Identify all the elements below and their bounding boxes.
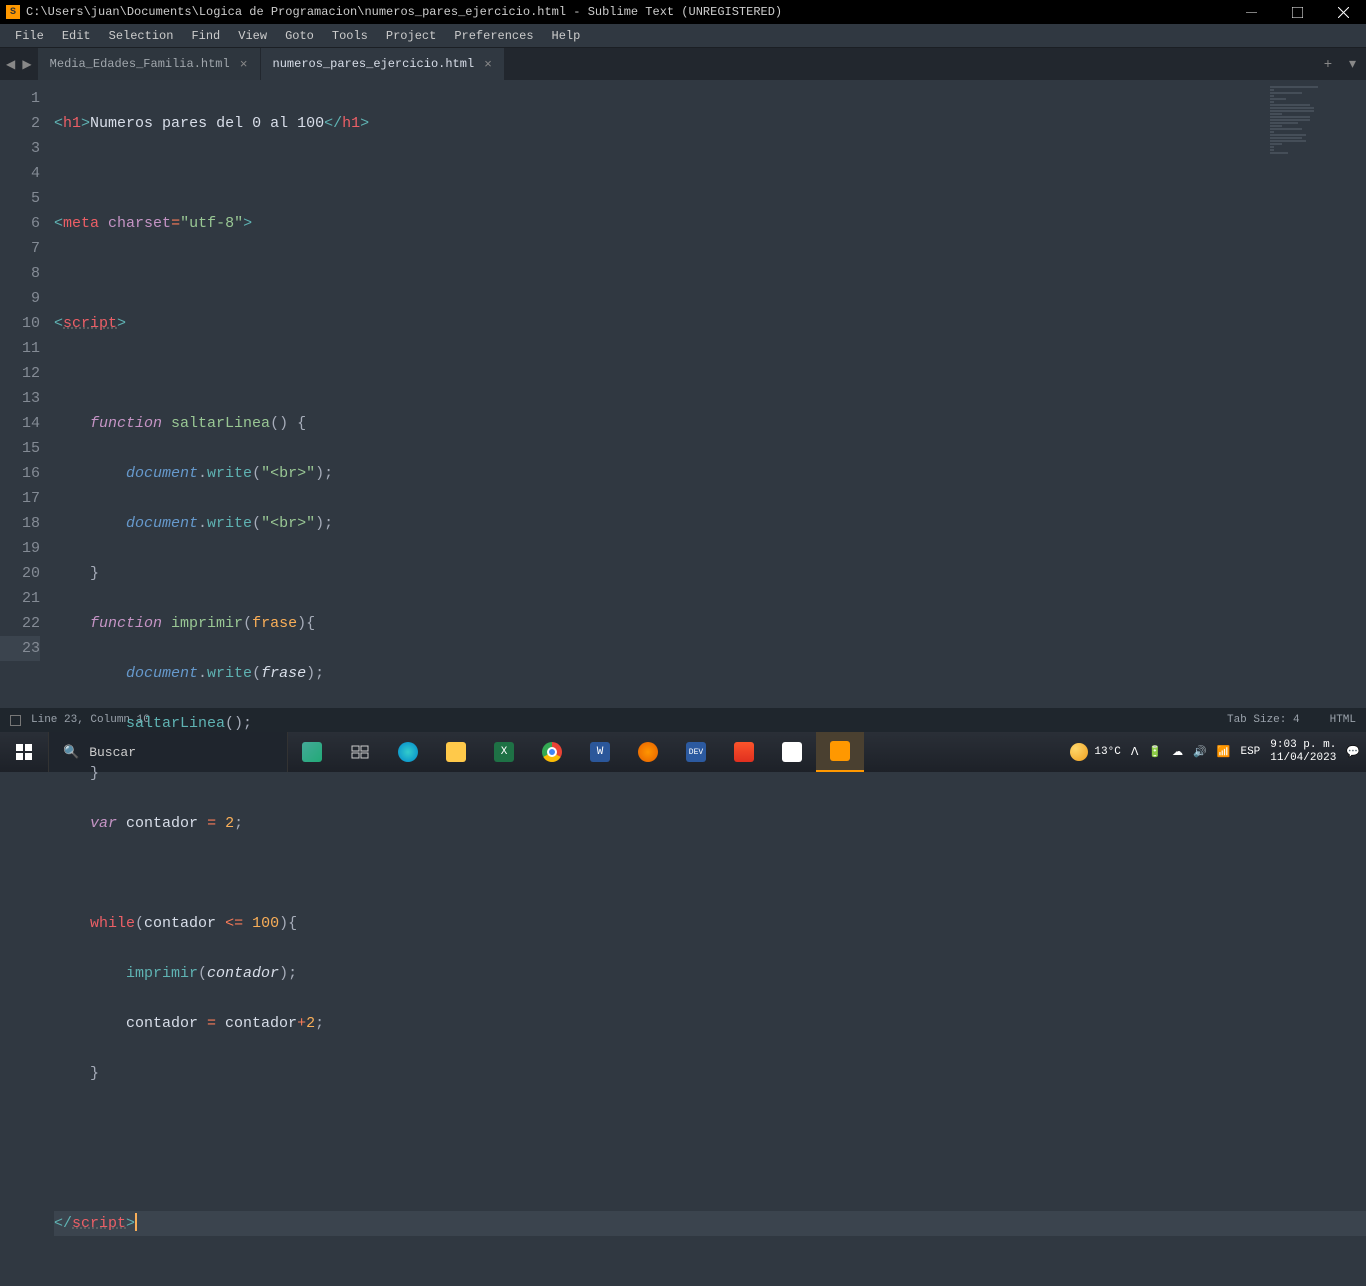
- menu-preferences[interactable]: Preferences: [445, 29, 542, 43]
- menu-project[interactable]: Project: [377, 29, 445, 43]
- menu-goto[interactable]: Goto: [276, 29, 323, 43]
- minimize-button[interactable]: [1228, 0, 1274, 24]
- tab-numeros-pares[interactable]: numeros_pares_ejercicio.html ×: [261, 48, 505, 80]
- window-title: C:\Users\juan\Documents\Logica de Progra…: [26, 5, 782, 19]
- tab-media-edades[interactable]: Media_Edades_Familia.html ×: [38, 48, 261, 80]
- menu-edit[interactable]: Edit: [53, 29, 100, 43]
- menu-find[interactable]: Find: [182, 29, 229, 43]
- menu-help[interactable]: Help: [543, 29, 590, 43]
- text-cursor: [135, 1213, 137, 1231]
- maximize-button[interactable]: [1274, 0, 1320, 24]
- status-box-icon[interactable]: [10, 715, 21, 726]
- menu-selection[interactable]: Selection: [100, 29, 183, 43]
- menu-tools[interactable]: Tools: [323, 29, 377, 43]
- sublime-icon: S: [6, 5, 20, 19]
- window-titlebar: S C:\Users\juan\Documents\Logica de Prog…: [0, 0, 1366, 24]
- start-button[interactable]: [0, 732, 48, 772]
- editor[interactable]: 1234567891011121314151617181920212223 <h…: [0, 80, 1366, 708]
- minimap[interactable]: [1270, 86, 1350, 686]
- tab-filler: [505, 48, 1314, 80]
- tab-close-icon[interactable]: ×: [484, 57, 492, 72]
- tab-label: numeros_pares_ejercicio.html: [273, 57, 475, 71]
- menu-view[interactable]: View: [229, 29, 276, 43]
- line-gutter: 1234567891011121314151617181920212223: [0, 80, 54, 708]
- code-area[interactable]: <h1>Numeros pares del 0 al 100</h1> <met…: [54, 80, 1366, 708]
- tab-close-icon[interactable]: ×: [240, 57, 248, 72]
- close-button[interactable]: [1320, 0, 1366, 24]
- tab-nav-arrows[interactable]: ◀ ▶: [0, 48, 38, 80]
- window-controls: [1228, 0, 1366, 24]
- tab-bar: ◀ ▶ Media_Edades_Familia.html × numeros_…: [0, 48, 1366, 80]
- menu-bar: File Edit Selection Find View Goto Tools…: [0, 24, 1366, 48]
- tab-label: Media_Edades_Familia.html: [50, 57, 230, 71]
- menu-file[interactable]: File: [6, 29, 53, 43]
- tab-add[interactable]: + ▾: [1314, 48, 1366, 80]
